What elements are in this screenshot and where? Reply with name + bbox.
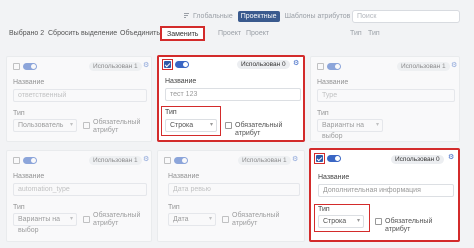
usage-badge: Использован 1 <box>238 156 291 165</box>
name-input[interactable]: тест 123 <box>165 88 301 101</box>
usage-badge: Использован 1 <box>89 62 142 71</box>
name-input[interactable]: Дата ревью <box>168 183 300 196</box>
card-checkbox[interactable] <box>164 157 171 164</box>
type-select[interactable]: Строка ▾ <box>165 119 217 132</box>
search-input[interactable]: Поиск <box>352 10 460 23</box>
tab-global[interactable]: Глобальные <box>190 11 236 22</box>
required-checkbox[interactable] <box>83 122 90 129</box>
card-checkbox[interactable] <box>164 61 171 68</box>
chevron-down-icon: ▾ <box>209 122 213 128</box>
attribute-card-selected[interactable]: Использован 0 ⚙ Название тест 123 Тип Ст… <box>157 55 305 142</box>
type-label: Тип <box>13 204 25 211</box>
tab-project[interactable]: Проектные <box>237 11 280 22</box>
type-label: Тип <box>165 109 177 116</box>
name-label: Название <box>168 173 200 180</box>
name-label: Название <box>13 79 45 86</box>
active-toggle[interactable] <box>23 63 37 70</box>
active-toggle[interactable] <box>327 63 341 70</box>
required-label: Обязательный атрибут <box>385 218 433 233</box>
name-label: Название <box>317 79 349 86</box>
settings-icon[interactable]: ⚙ <box>293 60 299 67</box>
project-filter-label: Проект <box>218 30 242 37</box>
card-checkbox[interactable] <box>316 155 323 162</box>
type-value: Строка <box>323 218 347 225</box>
required-label: Обязательный атрибут <box>232 212 280 227</box>
card-checkbox[interactable] <box>317 63 324 70</box>
usage-badge: Использован 1 <box>397 62 450 71</box>
active-toggle[interactable] <box>23 157 37 164</box>
chevron-down-icon: ▾ <box>69 122 73 128</box>
type-label: Тип <box>318 206 330 213</box>
required-checkbox[interactable] <box>225 122 232 129</box>
type-select[interactable]: Варианты на выбор ▾ <box>317 119 383 140</box>
filter-icon[interactable] <box>184 13 189 20</box>
attribute-card[interactable]: Использован 1 ⚙ Название Туре Тип Вариан… <box>310 56 460 142</box>
name-input[interactable]: ответственный <box>13 89 147 102</box>
project-filter-select[interactable]: Проект <box>246 28 269 40</box>
name-label: Название <box>318 174 350 181</box>
attribute-card-selected[interactable]: Использован 0 ⚙ Название Дополнительная … <box>309 148 460 242</box>
settings-icon[interactable]: ⚙ <box>143 62 149 69</box>
settings-icon[interactable]: ⚙ <box>143 156 149 163</box>
attribute-card[interactable]: Использован 1 ⚙ Название automation_type… <box>6 150 152 242</box>
required-label: Обязательный атрибут <box>93 119 141 134</box>
type-select[interactable]: Строка ▾ <box>318 215 364 228</box>
settings-icon[interactable]: ⚙ <box>292 156 298 163</box>
required-label: Обязательный атрибут <box>235 122 283 137</box>
type-label: Тип <box>317 110 329 117</box>
settings-icon[interactable]: ⚙ <box>448 154 454 161</box>
type-filter-select[interactable]: Тип <box>368 28 380 40</box>
name-input[interactable]: automation_type <box>13 183 147 196</box>
type-select[interactable]: Варианты на выбор ▾ <box>13 213 77 234</box>
settings-icon[interactable]: ⚙ <box>451 62 457 69</box>
card-checkbox[interactable] <box>13 157 20 164</box>
attribute-tabs: Глобальные Проектные Шаблоны атрибутов <box>190 11 353 22</box>
reset-selection-button[interactable]: Сбросить выделение <box>48 28 117 40</box>
selected-count: Выбрано 2 <box>9 30 45 37</box>
name-input[interactable]: Дополнительная информация <box>318 184 454 197</box>
active-toggle[interactable] <box>327 155 341 162</box>
replace-button[interactable]: Заменить <box>160 26 206 41</box>
type-value: Варианты на выбор <box>322 122 365 140</box>
name-label: Название <box>165 78 197 85</box>
type-select[interactable]: Дата ▾ <box>168 213 216 226</box>
usage-badge: Использован 1 <box>89 156 142 165</box>
active-toggle[interactable] <box>175 61 189 68</box>
type-value: Пользователь <box>18 122 64 129</box>
attribute-card[interactable]: Использован 1 ⚙ Название ответственный Т… <box>6 56 152 142</box>
required-checkbox[interactable] <box>375 218 382 225</box>
type-value: Варианты на выбор <box>18 216 61 234</box>
usage-badge: Использован 0 <box>237 60 290 69</box>
required-checkbox[interactable] <box>222 216 229 223</box>
name-input[interactable]: Туре <box>317 89 455 102</box>
active-toggle[interactable] <box>174 157 188 164</box>
chevron-down-icon: ▾ <box>375 122 379 128</box>
required-label: Обязательный атрибут <box>93 212 141 227</box>
type-value: Дата <box>173 216 189 223</box>
merge-button[interactable]: Объединить <box>120 28 160 40</box>
name-label: Название <box>13 173 45 180</box>
chevron-down-icon: ▾ <box>208 216 212 222</box>
type-filter-label: Тип <box>350 30 362 37</box>
chevron-down-icon: ▾ <box>69 216 73 222</box>
type-select[interactable]: Пользователь ▾ <box>13 119 77 132</box>
card-checkbox[interactable] <box>13 63 20 70</box>
type-label: Тип <box>168 204 180 211</box>
type-label: Тип <box>13 110 25 117</box>
required-checkbox[interactable] <box>83 216 90 223</box>
attribute-card[interactable]: Использован 1 ⚙ Название Дата ревью Тип … <box>157 150 305 242</box>
type-value: Строка <box>170 122 194 129</box>
tab-templates[interactable]: Шаблоны атрибутов <box>282 11 354 22</box>
usage-badge: Использован 0 <box>391 155 444 164</box>
chevron-down-icon: ▾ <box>356 218 360 224</box>
